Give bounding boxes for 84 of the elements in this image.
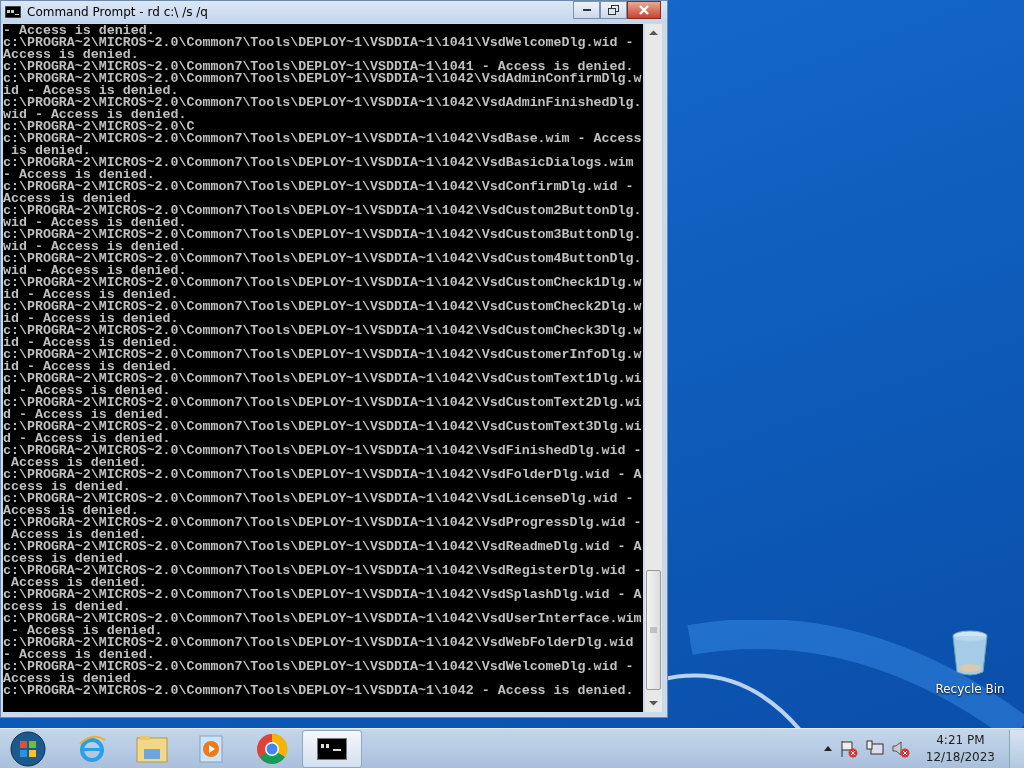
- console-line: c:\PROGRA~2\MICROS~2.0\Common7\Tools\DEPLOY~1\VSDDIA~1\1042\VsdCustomerInfoDlg.w: [3, 349, 642, 361]
- console-line: c:\PROGRA~2\MICROS~2.0\Common7\Tools\DEPLOY~1\VSDDIA~1\1042\VsdFolderDlg.wid - A: [3, 469, 642, 481]
- flag-alert-icon[interactable]: [839, 739, 858, 758]
- console-taskbar-button[interactable]: [302, 729, 362, 768]
- console-line: Access is denied.: [3, 673, 139, 685]
- console-line: - Access is denied.: [10, 625, 163, 637]
- restore-icon: [608, 5, 619, 15]
- console-line: c:\PROGRA~2\MICROS~2.0\Common7\Tools\DEPLOY~1\VSDDIA~1\1042\VsdAdminConfirmDlg.w: [3, 73, 642, 85]
- console-line: ccess is denied.: [3, 601, 131, 613]
- console-line: id - Access is denied.: [3, 361, 179, 373]
- console-line: - Access is denied.: [3, 169, 155, 181]
- console-line: wid - Access is denied.: [3, 109, 187, 121]
- console-line: c:\PROGRA~2\MICROS~2.0\Common7\Tools\DEPLOY~1\VSDDIA~1\1042\VsdFinishedDlg.wid -: [3, 445, 642, 457]
- console-line: c:\PROGRA~2\MICROS~2.0\Common7\Tools\DEPLOY~1\VSDDIA~1\1042\VsdWelcomeDlg.wid -: [3, 661, 634, 673]
- console-line: wid - Access is denied.: [3, 265, 187, 277]
- close-icon: [638, 5, 650, 15]
- network-icon[interactable]: [865, 739, 884, 758]
- console-line: id - Access is denied.: [3, 337, 179, 349]
- console-line: c:\PROGRA~2\MICROS~2.0\Common7\Tools\DEPLOY~1\VSDDIA~1\1042\VsdSplashDlg.wid - A: [3, 589, 642, 601]
- console-line: c:\PROGRA~2\MICROS~2.0\Common7\Tools\DEPLOY~1\VSDDIA~1\1042\VsdCustomText3Dlg.wi: [3, 421, 642, 433]
- console-line: Access is denied.: [10, 529, 147, 541]
- console-line: id - Access is denied.: [3, 289, 179, 301]
- console-line: id - Access is denied.: [3, 313, 179, 325]
- console-line: c:\PROGRA~2\MICROS~2.0\Common7\Tools\DEPLOY~1\VSDDIA~1\1042\VsdCustomCheck1Dlg.w: [3, 277, 642, 289]
- desktop-icon-label[interactable]: Recycle Bin: [935, 682, 1005, 696]
- start-button[interactable]: [8, 728, 48, 768]
- scroll-thumb[interactable]: [646, 570, 661, 690]
- console-line: ccess is denied.: [3, 481, 131, 493]
- close-button[interactable]: [627, 1, 661, 19]
- console-line: wid - Access is denied.: [3, 241, 187, 253]
- console-line: d - Access is denied.: [3, 385, 171, 397]
- console-icon: [5, 6, 21, 18]
- console-line: c:\PROGRA~2\MICROS~2.0\Common7\Tools\DEPLOY~1\VSDDIA~1\1042\VsdWebFolderDlg.wid: [3, 637, 634, 649]
- console-line: d - Access is denied.: [3, 409, 171, 421]
- console-line: c:\PROGRA~2\MICROS~2.0\Common7\Tools\DEPLOY~1\VSDDIA~1\1042\VsdBase.wim - Access: [3, 133, 642, 145]
- scroll-down-icon[interactable]: [649, 700, 658, 706]
- scroll-up-icon[interactable]: [649, 30, 658, 36]
- console-line: Access is denied.: [10, 457, 147, 469]
- console-line: c:\PROGRA~2\MICROS~2.0\Common7\Tools\DEPLOY~1\VSDDIA~1\1042\VsdCustom3ButtonDlg.: [3, 229, 642, 241]
- clock-time[interactable]: 4:21 PM: [936, 731, 985, 749]
- console-line: Access is denied.: [10, 577, 147, 589]
- console-line: wid - Access is denied.: [3, 217, 187, 229]
- windows-logo-icon: [10, 730, 46, 767]
- console-line: c:\PROGRA~2\MICROS~2.0\Common7\Tools\DEPLOY~1\VSDDIA~1\1042\VsdUserInterface.wim: [3, 613, 642, 625]
- console-line: is denied.: [10, 145, 91, 157]
- console-line: c:\PROGRA~2\MICROS~2.0\Common7\Tools\DEPLOY~1\VSDDIA~1\1042\VsdAdminFinishedDlg.: [3, 97, 642, 109]
- restore-button[interactable]: [600, 1, 627, 19]
- console-line: c:\PROGRA~2\MICROS~2.0\Common7\Tools\DEPLOY~1\VSDDIA~1\1042\VsdConfirmDlg.wid -: [3, 181, 634, 193]
- console-line: Access is denied.: [3, 505, 139, 517]
- recycle-bin-icon[interactable]: [951, 630, 989, 676]
- console-line: ccess is denied.: [3, 553, 131, 565]
- minimize-icon: [581, 8, 592, 12]
- window-title: Command Prompt - rd c:\ /s /q: [27, 5, 209, 19]
- scrollbar[interactable]: [645, 24, 662, 712]
- browser-e-icon: [77, 733, 107, 764]
- console-line: c:\PROGRA~2\MICROS~2.0\Common7\Tools\DEPLOY~1\VSDDIA~1\1042\VsdReadmeDlg.wid - A: [3, 541, 642, 553]
- console-line: c:\PROGRA~2\MICROS~2.0\Common7\Tools\DEPLOY~1\VSDDIA~1\1042\VsdCustom2ButtonDlg.: [3, 205, 642, 217]
- media-player-icon: [199, 734, 225, 763]
- console-line: c:\PROGRA~2\MICROS~2.0\Common7\Tools\DEPLOY~1\VSDDIA~1\1042\VsdCustomText2Dlg.wi: [3, 397, 642, 409]
- browser-circle-icon: [256, 732, 288, 765]
- console-line: c:\PROGRA~2\MICROS~2.0\C: [3, 121, 195, 133]
- show-hidden-icons-icon[interactable]: [823, 746, 832, 751]
- console-line: c:\PROGRA~2\MICROS~2.0\Common7\Tools\DEPLOY~1\VSDDIA~1\1041\VsdWelcomeDlg.wid -: [3, 37, 634, 49]
- folder-icon: [136, 734, 168, 763]
- console-line: Access is denied.: [3, 49, 139, 61]
- console-line: c:\PROGRA~2\MICROS~2.0\Common7\Tools\DEPLOY~1\VSDDIA~1\1042\VsdLicenseDlg.wid -: [3, 493, 634, 505]
- console-line: c:\PROGRA~2\MICROS~2.0\Common7\Tools\DEPLOY~1\VSDDIA~1\1042\VsdProgressDlg.wid -: [3, 517, 642, 529]
- console-line: c:\PROGRA~2\MICROS~2.0\Common7\Tools\DEPLOY~1\VSDDIA~1\1042\VsdRegisterDlg.wid -: [3, 565, 642, 577]
- console-line: c:\PROGRA~2\MICROS~2.0\Common7\Tools\DEPLOY~1\VSDDIA~1\1042\VsdCustomCheck2Dlg.w: [3, 301, 642, 313]
- console-line: c:\PROGRA~2\MICROS~2.0\Common7\Tools\DEPLOY~1\VSDDIA~1\1042 - Access is denied.: [3, 685, 634, 697]
- console-line: Access is denied.: [3, 193, 139, 205]
- console-line: d - Access is denied.: [3, 433, 171, 445]
- minimize-button[interactable]: [573, 1, 600, 19]
- console-line: - Access is denied.: [3, 25, 155, 37]
- volume-muted-icon[interactable]: [891, 739, 910, 758]
- console-line: c:\PROGRA~2\MICROS~2.0\Common7\Tools\DEPLOY~1\VSDDIA~1\1042\VsdCustomText1Dlg.wi: [3, 373, 642, 385]
- console-line: c:\PROGRA~2\MICROS~2.0\Common7\Tools\DEPLOY~1\VSDDIA~1\1042\VsdBasicDialogs.wim: [3, 157, 634, 169]
- console-line: id - Access is denied.: [3, 85, 179, 97]
- console-line: c:\PROGRA~2\MICROS~2.0\Common7\Tools\DEPLOY~1\VSDDIA~1\1042\VsdCustom4ButtonDlg.: [3, 253, 642, 265]
- console-line: c:\PROGRA~2\MICROS~2.0\Common7\Tools\DEPLOY~1\VSDDIA~1\1042\VsdCustomCheck3Dlg.w: [3, 325, 642, 337]
- clock-date[interactable]: 12/18/2023: [925, 748, 995, 766]
- console-icon: [317, 737, 347, 760]
- console-line: c:\PROGRA~2\MICROS~2.0\Common7\Tools\DEPLOY~1\VSDDIA~1\1041 - Access is denied.: [3, 61, 634, 73]
- console-line: - Access is denied.: [3, 649, 155, 661]
